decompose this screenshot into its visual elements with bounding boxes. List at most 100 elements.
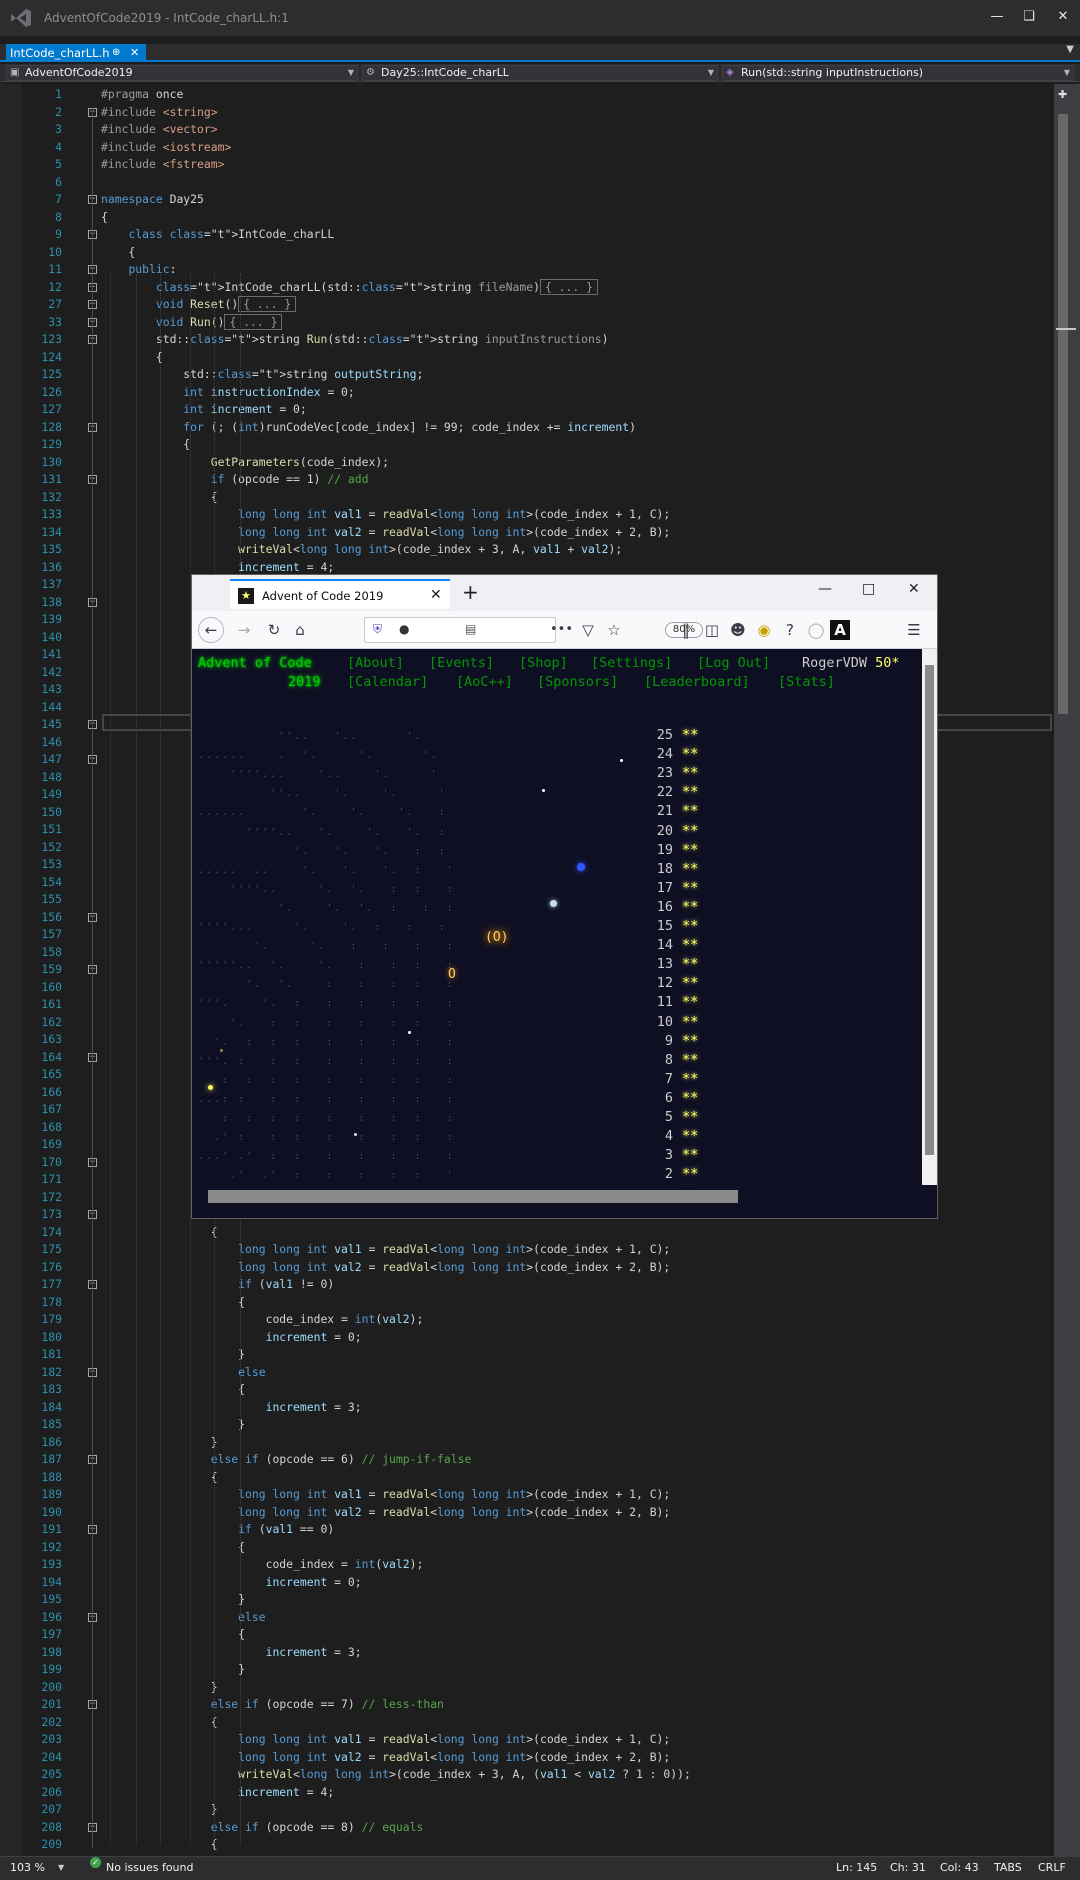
code-line[interactable]: 135 writeVal<long long int>(code_index +…: [0, 541, 1050, 559]
calendar-day-number[interactable]: 2: [649, 1166, 673, 1182]
code-line[interactable]: 7− namespace Day25: [0, 191, 1050, 209]
pin-icon[interactable]: ⊕: [112, 44, 120, 62]
calendar-day-number[interactable]: 20: [649, 823, 673, 839]
page-vertical-scrollbar[interactable]: [922, 649, 937, 1185]
calendar-day-number[interactable]: 19: [649, 842, 673, 858]
code-line[interactable]: 33 + void Run(){ ... }: [0, 313, 1050, 332]
calendar-day-number[interactable]: 10: [649, 1014, 673, 1030]
editor-vertical-scrollbar[interactable]: [1054, 84, 1080, 1856]
font-extension-icon[interactable]: A: [830, 620, 850, 640]
code-line[interactable]: 176 long long int val2 = readVal<long lo…: [0, 1259, 1050, 1277]
code-line[interactable]: 133 long long int val1 = readVal<long lo…: [0, 506, 1050, 524]
calendar-day-number[interactable]: 17: [649, 880, 673, 896]
extension-search-icon[interactable]: ◉: [754, 620, 774, 640]
nav-leaderboard[interactable]: [Leaderboard]: [644, 674, 750, 690]
calendar-day-number[interactable]: 14: [649, 937, 673, 953]
nav-about[interactable]: [About]: [347, 655, 404, 671]
tab-close-icon[interactable]: ✕: [130, 44, 139, 62]
code-line[interactable]: 123− std::class="t">string Run(std::clas…: [0, 331, 1050, 349]
line-ending[interactable]: CRLF: [1038, 1857, 1066, 1879]
library-icon[interactable]: ‖: [676, 620, 696, 640]
code-line[interactable]: 11− public:: [0, 261, 1050, 279]
calendar-day-number[interactable]: 6: [649, 1090, 673, 1106]
code-line[interactable]: 177− if (val1 != 0): [0, 1276, 1050, 1294]
code-line[interactable]: 183 {: [0, 1381, 1050, 1399]
calendar-day-number[interactable]: 13: [649, 956, 673, 972]
nav-log-out[interactable]: [Log Out]: [697, 655, 770, 671]
reader-view-icon[interactable]: ▤: [465, 622, 476, 636]
code-line[interactable]: 10 {: [0, 244, 1050, 262]
code-line[interactable]: 8{: [0, 209, 1050, 227]
code-line[interactable]: 196− else: [0, 1609, 1050, 1627]
calendar-day-number[interactable]: 18: [649, 861, 673, 877]
calendar-day-number[interactable]: 11: [649, 994, 673, 1010]
calendar-day-number[interactable]: 16: [649, 899, 673, 915]
restore-button[interactable]: ❏: [1016, 6, 1042, 28]
code-line[interactable]: 207 }: [0, 1801, 1050, 1819]
code-line[interactable]: 206 increment = 4;: [0, 1784, 1050, 1802]
calendar-day-number[interactable]: 21: [649, 803, 673, 819]
url-bar[interactable]: ⛨ ● ▤ 80%: [364, 617, 703, 643]
zoom-dropdown-icon[interactable]: ▼: [58, 1857, 64, 1879]
code-line[interactable]: 201− else if (opcode == 7) // less-than: [0, 1696, 1050, 1714]
pocket-icon[interactable]: ▽: [578, 620, 598, 640]
back-icon[interactable]: ←: [198, 617, 224, 643]
calendar-day-number[interactable]: 9: [649, 1033, 673, 1049]
calendar-day-number[interactable]: 12: [649, 975, 673, 991]
code-line[interactable]: 199 }: [0, 1661, 1050, 1679]
page-hscroll-thumb[interactable]: [208, 1190, 738, 1203]
code-line[interactable]: 192 {: [0, 1539, 1050, 1557]
code-line[interactable]: 127 int increment = 0;: [0, 401, 1050, 419]
code-line[interactable]: 204 long long int val2 = readVal<long lo…: [0, 1749, 1050, 1767]
code-line[interactable]: 189 long long int val1 = readVal<long lo…: [0, 1486, 1050, 1504]
code-line[interactable]: 195 }: [0, 1591, 1050, 1609]
calendar-day-number[interactable]: 7: [649, 1071, 673, 1087]
code-line[interactable]: 9− class class="t">IntCode_charLL: [0, 226, 1050, 244]
page-scroll-thumb[interactable]: [925, 665, 934, 1155]
code-line[interactable]: 3 #include <vector>: [0, 121, 1050, 139]
code-line[interactable]: 191− if (val1 == 0): [0, 1521, 1050, 1539]
indent-mode[interactable]: TABS: [994, 1857, 1022, 1879]
calendar-day-number[interactable]: 8: [649, 1052, 673, 1068]
close-tab-icon[interactable]: ✕: [430, 587, 442, 603]
home-icon[interactable]: ⌂: [290, 620, 310, 640]
code-line[interactable]: 126 int instructionIndex = 0;: [0, 384, 1050, 402]
calendar-day-number[interactable]: 5: [649, 1109, 673, 1125]
code-line[interactable]: 125 std::class="t">string outputString;: [0, 366, 1050, 384]
project-dropdown[interactable]: ▣ AdventOfCode2019 ▼: [6, 65, 358, 81]
issues-text[interactable]: No issues found: [106, 1857, 193, 1879]
calendar-day-number[interactable]: 25: [649, 727, 673, 743]
reload-icon[interactable]: ↻: [264, 620, 284, 640]
minimize-button[interactable]: —: [984, 6, 1010, 28]
code-line[interactable]: 181 }: [0, 1346, 1050, 1364]
code-line[interactable]: 4 #include <iostream>: [0, 139, 1050, 157]
sidebar-icon[interactable]: ◫: [702, 620, 722, 640]
tab-overflow-icon[interactable]: ▼: [1066, 44, 1074, 55]
new-tab-icon[interactable]: +: [462, 580, 479, 604]
code-line[interactable]: 184 increment = 3;: [0, 1399, 1050, 1417]
nav-calendar[interactable]: [Calendar]: [347, 674, 428, 690]
code-line[interactable]: 209 {: [0, 1836, 1050, 1854]
member-dropdown[interactable]: ◈ Run(std::string inputInstructions) ▼: [722, 65, 1074, 81]
code-line[interactable]: 203 long long int val1 = readVal<long lo…: [0, 1731, 1050, 1749]
lock-icon[interactable]: ●: [399, 622, 409, 636]
forward-icon[interactable]: →: [234, 620, 254, 640]
code-line[interactable]: 180 increment = 0;: [0, 1329, 1050, 1347]
code-line[interactable]: 205 writeVal<long long int>(code_index +…: [0, 1766, 1050, 1784]
close-button[interactable]: ✕: [908, 581, 920, 597]
nav-events[interactable]: [Events]: [429, 655, 494, 671]
shield-icon[interactable]: ⛨: [373, 622, 382, 637]
code-line[interactable]: 5 #include <fstream>: [0, 156, 1050, 174]
split-window-icon[interactable]: ✚: [1058, 88, 1067, 101]
code-line[interactable]: 178 {: [0, 1294, 1050, 1312]
code-line[interactable]: 188 {: [0, 1469, 1050, 1487]
code-line[interactable]: 174 {: [0, 1224, 1050, 1242]
account-icon[interactable]: ☻: [728, 620, 748, 640]
code-line[interactable]: 202 {: [0, 1714, 1050, 1732]
calendar-day-number[interactable]: 22: [649, 784, 673, 800]
code-line[interactable]: 194 increment = 0;: [0, 1574, 1050, 1592]
calendar-day-number[interactable]: 24: [649, 746, 673, 762]
code-line[interactable]: 124 {: [0, 349, 1050, 367]
code-line[interactable]: 182− else: [0, 1364, 1050, 1382]
code-line[interactable]: 187− else if (opcode == 6) // jump-if-fa…: [0, 1451, 1050, 1469]
